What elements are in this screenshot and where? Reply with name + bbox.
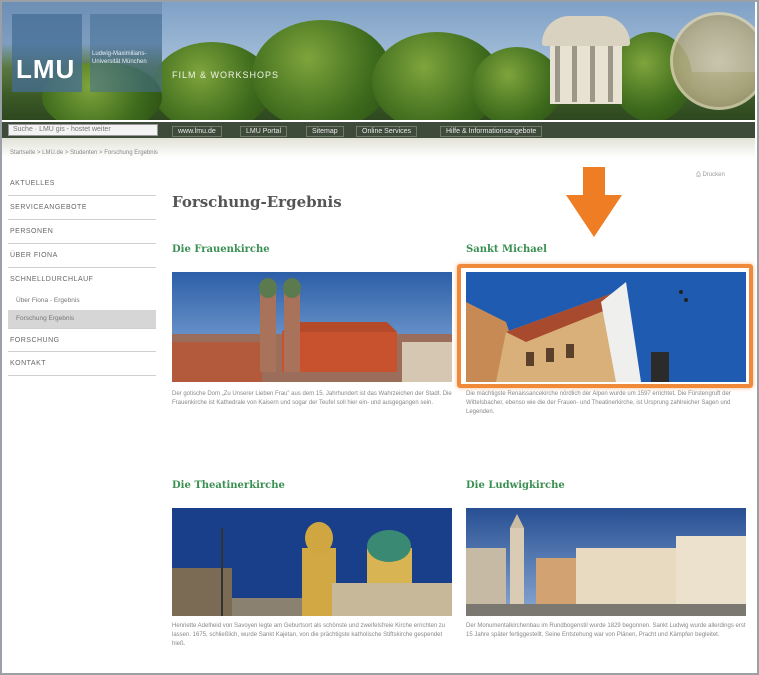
sidebar-subitem-forschung-ergebnis[interactable]: Forschung Ergebnis (8, 310, 156, 328)
ludwigkirche-image[interactable] (466, 508, 746, 616)
nav-link[interactable]: Sitemap (306, 126, 344, 137)
lmu-logo[interactable]: LMU (16, 54, 75, 85)
annotation-arrow-down-icon (566, 195, 622, 237)
sidebar-item-personen[interactable]: PERSONEN (8, 220, 156, 244)
card-text-ludwigkirche: Der Monumentalkirchenbau im Rundbogensti… (466, 623, 746, 638)
sidebar-item-ueber-fiona[interactable]: ÜBER FIONA (8, 244, 156, 268)
nav-link[interactable]: Online Services (356, 126, 418, 137)
search-input[interactable]: Suche · LMU gis - hostet weiter (8, 124, 158, 136)
monopteros-roof (542, 16, 630, 46)
sidebar-item-schnelldurchlauf[interactable]: SCHNELLDURCHLAUF (8, 268, 156, 292)
ludwigkirche-photo (466, 508, 746, 616)
card-title-ludwigkirche[interactable]: Die Ludwigkirche (466, 480, 565, 491)
sidebar-item-serviceangebote[interactable]: SERVICEANGEBOTE (8, 196, 156, 220)
card-title-sankt-michael[interactable]: Sankt Michael (466, 244, 547, 255)
sidebar-navigation: AKTUELLES SERVICEANGEBOTE PERSONEN ÜBER … (8, 172, 156, 376)
site-title: FILM & WORKSHOPS (172, 70, 280, 80)
card-title-theatinerkirche[interactable]: Die Theatinerkirche (172, 480, 285, 491)
nav-link[interactable]: Hilfe & Informationsangebote (440, 126, 543, 137)
page-title: Forschung-Ergebnis (172, 193, 342, 211)
card-title-frauenkirche[interactable]: Die Frauenkirche (172, 244, 270, 255)
frauenkirche-photo (172, 272, 452, 382)
logo-subtitle: Ludwig-Maximilians-Universität München (92, 51, 147, 65)
print-label: Drucken (702, 172, 725, 178)
sidebar-item-aktuelles[interactable]: AKTUELLES (8, 172, 156, 196)
annotation-highlight-box (457, 264, 753, 388)
sidebar-subitem-ueber-fiona-ergebnis[interactable]: Über Fiona - Ergebnis (8, 292, 156, 310)
breadcrumb[interactable]: Startseite > LMU.de > Studenten > Forsch… (10, 150, 158, 156)
theatinerkirche-photo (172, 508, 452, 616)
print-link[interactable]: ⎙ Drucken (696, 172, 725, 179)
card-text-sankt-michael: Die mächtigste Renaissancekirche nördlic… (466, 391, 731, 415)
annotation-arrow-stem (583, 167, 605, 197)
theatinerkirche-image[interactable] (172, 508, 452, 616)
frauenkirche-image[interactable] (172, 272, 452, 382)
nav-link[interactable]: LMU Portal (240, 126, 288, 137)
card-text-frauenkirche: Der gotische Dom „Zu Unserer Lieben Frau… (172, 391, 452, 406)
card-text-theatinerkirche: Henriette Adelheid von Savoyen legte am … (172, 623, 446, 647)
sidebar-item-kontakt[interactable]: KONTAKT (8, 352, 156, 376)
sidebar-item-forschung[interactable]: FORSCHUNG (8, 328, 156, 352)
header-tree (472, 47, 562, 120)
nav-link[interactable]: www.lmu.de (172, 126, 222, 137)
